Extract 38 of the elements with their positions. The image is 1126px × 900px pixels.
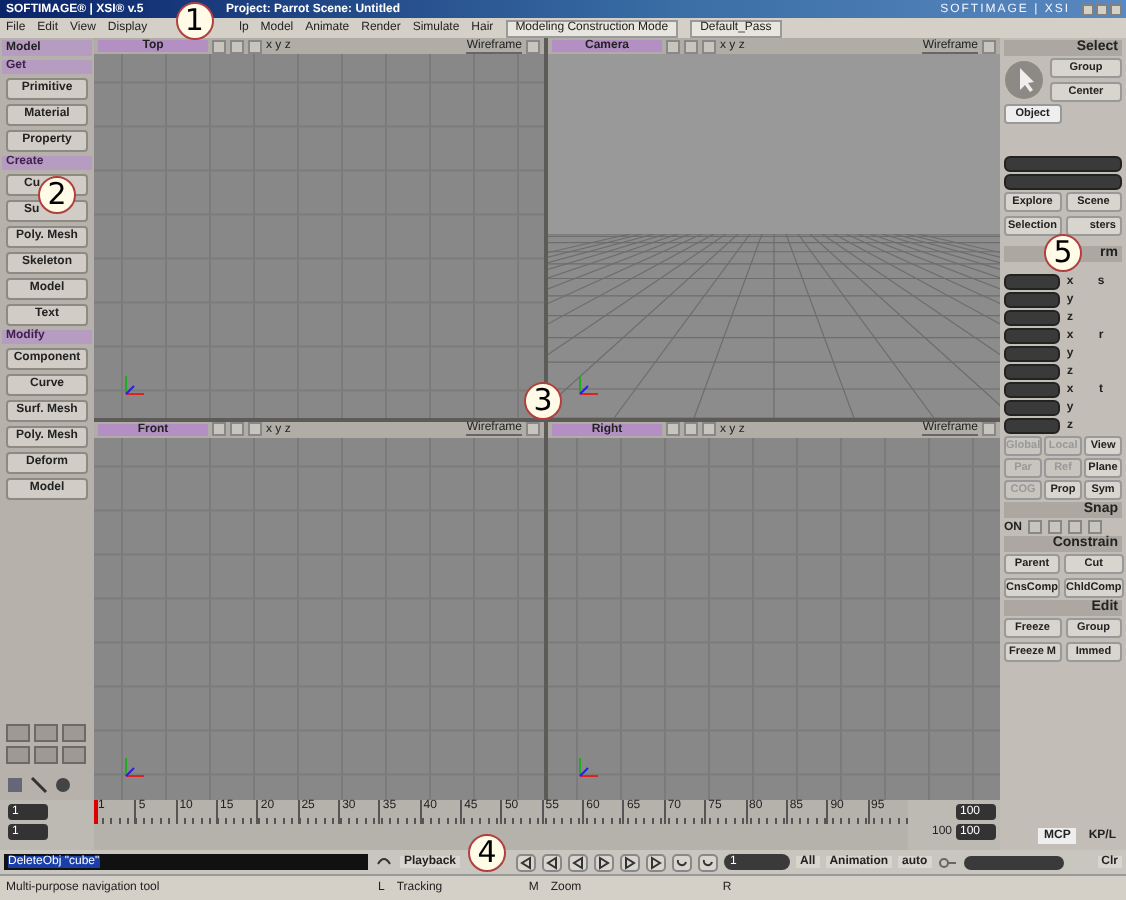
- layout-icon[interactable]: [6, 724, 30, 742]
- key-icon[interactable]: [937, 853, 958, 871]
- maximize-icon[interactable]: [982, 39, 996, 53]
- input-field[interactable]: [1004, 346, 1060, 362]
- close-icon[interactable]: [1110, 3, 1122, 15]
- input-field[interactable]: [1004, 382, 1060, 398]
- last-icon[interactable]: [646, 853, 667, 871]
- layout-icon[interactable]: [34, 724, 58, 742]
- input-field[interactable]: [1004, 364, 1060, 380]
- layout-icon[interactable]: [62, 724, 86, 742]
- maximize-icon[interactable]: [1096, 3, 1108, 15]
- key-field[interactable]: [963, 855, 1064, 869]
- play-icon[interactable]: [594, 853, 615, 871]
- input-field[interactable]: [1004, 156, 1122, 172]
- axis-icon: [576, 756, 600, 780]
- maximize-icon[interactable]: [526, 39, 540, 53]
- maximize-icon[interactable]: [982, 422, 996, 436]
- input-field[interactable]: [1004, 310, 1060, 326]
- input-field[interactable]: [1004, 292, 1060, 308]
- axis-icon: [576, 373, 600, 397]
- first-icon[interactable]: [516, 853, 537, 871]
- layout-icon[interactable]: [62, 746, 86, 764]
- minimize-icon[interactable]: [1082, 3, 1094, 15]
- axis-icon: [122, 756, 146, 780]
- maximize-icon[interactable]: [526, 422, 540, 436]
- callout-marker: 5: [1044, 234, 1082, 272]
- callout-marker: 4: [468, 834, 507, 872]
- layout-icon[interactable]: [6, 746, 30, 764]
- input-field[interactable]: [1004, 328, 1060, 344]
- next-icon[interactable]: [620, 853, 641, 871]
- layout-icon[interactable]: [34, 746, 58, 764]
- input-field[interactable]: [1004, 418, 1060, 434]
- axis-icon: [122, 373, 146, 397]
- prev-key-icon[interactable]: [542, 853, 563, 871]
- input-field[interactable]: [1004, 400, 1060, 416]
- input-field[interactable]: [1004, 174, 1122, 190]
- input-field[interactable]: [1004, 274, 1060, 290]
- prev-icon[interactable]: [568, 853, 589, 871]
